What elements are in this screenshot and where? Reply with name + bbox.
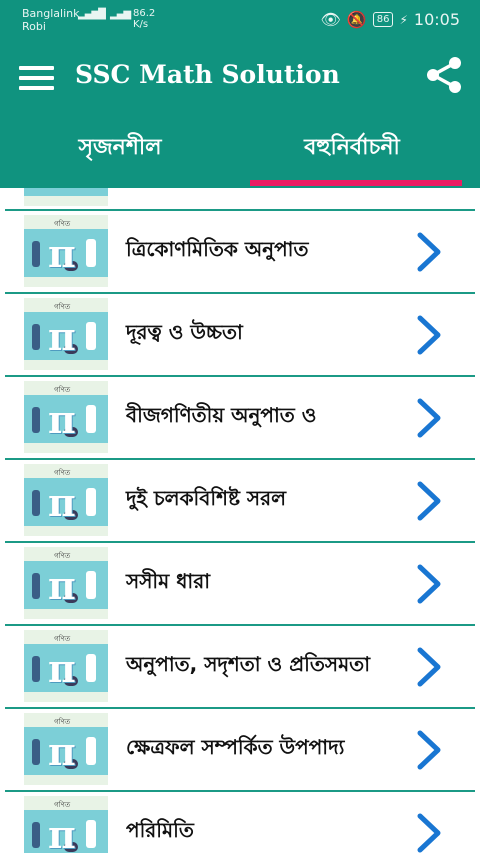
network-speed: 86.2 K/s <box>133 8 155 30</box>
list-item[interactable]: গণিত π সসীম ধারা <box>0 541 480 623</box>
mute-icon: 🔕 <box>346 10 367 29</box>
chapter-label: অনুপাত, সদৃশতা ও প্রতিসমতা <box>126 652 370 676</box>
book-cover-thumbnail: গণিত π <box>24 381 108 453</box>
list-item[interactable]: গণিত π অনুপাত, সদৃশতা ও প্রতিসমতা <box>0 624 480 706</box>
network-speed-value: 86.2 <box>133 8 156 19</box>
chevron-right-icon[interactable] <box>410 480 448 522</box>
chapter-label: পরিমিতি <box>126 818 194 842</box>
list-item-partial[interactable]: π <box>0 188 480 210</box>
tab-bar: সৃজনশীল বহুনির্বাচনী <box>0 118 480 188</box>
carrier-2: Robi <box>22 20 46 33</box>
status-icons: 👁 🔕 86 ⚡ 10:05 <box>320 10 460 29</box>
chevron-right-icon[interactable] <box>410 231 448 273</box>
clock: 10:05 <box>413 10 460 29</box>
chevron-right-icon[interactable] <box>410 646 448 688</box>
book-cover-thumbnail: গণিত π <box>24 630 108 702</box>
battery-icon: 86 <box>372 12 394 27</box>
charging-icon: ⚡ <box>399 12 408 27</box>
tab-creative[interactable]: সৃজনশীল <box>0 130 240 167</box>
list-item[interactable]: গণিত π দূরত্ব ও উচ্চতা <box>0 292 480 374</box>
chapter-label: দুই চলকবিশিষ্ট সরল <box>126 486 287 510</box>
signal-icon: ▂▄▆█ <box>78 9 106 20</box>
chevron-right-icon[interactable] <box>410 397 448 439</box>
list-item[interactable]: গণিত π ক্ষেত্রফল সম্পর্কিত উপপাদ্য <box>0 707 480 789</box>
chapter-label: বীজগণিতীয় অনুপাত ও <box>126 403 317 427</box>
book-cover-thumbnail: গণিত π <box>24 464 108 536</box>
network-speed-unit: K/s <box>133 19 149 30</box>
status-bar: Banglalink Robi ▂▄▆█ ▂▄▆ 86.2 K/s 👁 🔕 86… <box>0 0 480 40</box>
chapter-label: ক্ষেত্রফল সম্পর্কিত উপপাদ্য <box>126 735 345 759</box>
tab-indicator <box>250 180 462 186</box>
app-bar: SSC Math Solution <box>0 40 480 118</box>
book-cover-thumbnail: গণিত π <box>24 215 108 287</box>
book-cover-thumbnail: গণিত π <box>24 713 108 785</box>
chevron-right-icon[interactable] <box>410 729 448 771</box>
list-item[interactable]: গণিত π দুই চলকবিশিষ্ট সরল <box>0 458 480 540</box>
chapter-label: ত্রিকোণমিতিক অনুপাত <box>126 237 309 261</box>
chevron-right-icon[interactable] <box>410 314 448 356</box>
carrier-info: Banglalink Robi <box>22 7 80 33</box>
book-cover-thumbnail: গণিত π <box>24 298 108 370</box>
list-item[interactable]: গণিত π ত্রিকোণমিতিক অনুপাত <box>0 209 480 291</box>
chapter-list[interactable]: π গণিত π ত্রিকোণমিতিক অনুপাত গণিত π দূরত… <box>0 188 480 853</box>
book-cover-thumbnail: গণিত π <box>24 796 108 853</box>
chevron-right-icon[interactable] <box>410 563 448 605</box>
book-cover-thumbnail: গণিত π <box>24 547 108 619</box>
list-item[interactable]: গণিত π পরিমিতি <box>0 790 480 853</box>
eye-icon: 👁 <box>320 10 341 29</box>
carrier-1: Banglalink <box>22 7 80 20</box>
chapter-label: সসীম ধারা <box>126 569 211 593</box>
signal-icon: ▂▄▆ <box>110 9 131 20</box>
chevron-right-icon[interactable] <box>410 812 448 853</box>
app-title: SSC Math Solution <box>75 60 340 89</box>
book-cover-thumbnail: π <box>24 188 108 206</box>
hamburger-menu-icon[interactable] <box>19 66 54 90</box>
list-item[interactable]: গণিত π বীজগণিতীয় অনুপাত ও <box>0 375 480 457</box>
tab-mcq[interactable]: বহুনির্বাচনী <box>232 130 472 167</box>
chapter-label: দূরত্ব ও উচ্চতা <box>126 320 243 344</box>
share-icon[interactable] <box>424 55 464 95</box>
